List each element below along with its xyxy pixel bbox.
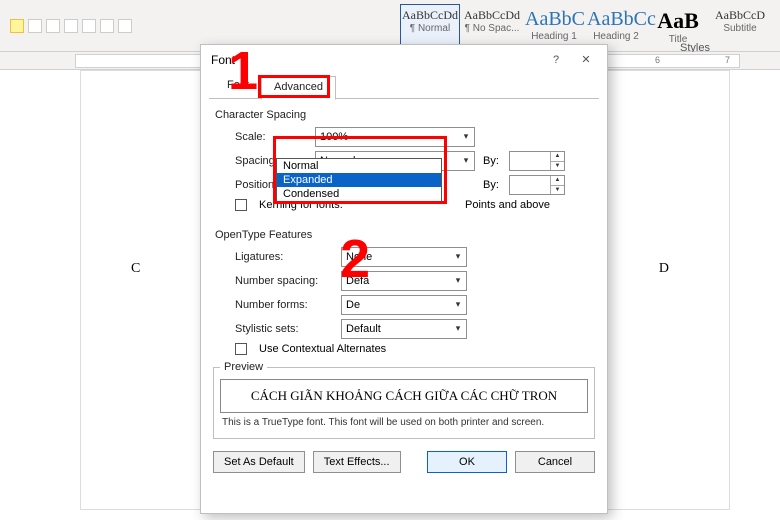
contextual-alternates-label: Use Contextual Alternates [259, 343, 386, 355]
spacing-dropdown-list[interactable]: Normal Expanded Condensed [276, 158, 442, 202]
style-nospacing[interactable]: AaBbCcDd ¶ No Spac... [462, 4, 522, 48]
tool-icon[interactable] [28, 19, 42, 33]
number-forms-combo[interactable]: De ▾ [341, 295, 467, 315]
pts-label: Points and above [465, 199, 550, 211]
group-opentype: OpenType Features [201, 213, 607, 245]
preview-hint: This is a TrueType font. This font will … [220, 413, 588, 432]
chevron-down-icon: ▾ [450, 320, 466, 338]
number-forms-label: Number forms: [235, 299, 333, 311]
style-heading2[interactable]: AaBbCc Heading 2 [586, 4, 646, 48]
tool-icon[interactable] [118, 19, 132, 33]
ruler-tick: 7 [725, 55, 730, 65]
position-by-spinner[interactable]: ▲▼ [509, 175, 565, 195]
chevron-down-icon: ▾ [458, 152, 474, 170]
by-label: By: [483, 179, 501, 191]
ok-button[interactable]: OK [427, 451, 507, 473]
chevron-down-icon: ▾ [450, 248, 466, 266]
preview-group: Preview CÁCH GIÃN KHOẢNG CÁCH GIỮA CÁC C… [213, 361, 595, 439]
preview-legend: Preview [220, 361, 267, 373]
help-button[interactable]: ? [541, 48, 571, 72]
ligatures-combo[interactable]: None ▾ [341, 247, 467, 267]
chevron-down-icon: ▾ [450, 296, 466, 314]
style-heading1[interactable]: AaBbC Heading 1 [524, 4, 584, 48]
tool-icon[interactable] [64, 19, 78, 33]
tool-icon[interactable] [100, 19, 114, 33]
text-effects-button[interactable]: Text Effects... [313, 451, 401, 473]
number-spacing-combo[interactable]: Defa ▾ [341, 271, 467, 291]
chevron-down-icon: ▾ [458, 128, 474, 146]
close-button[interactable]: ✕ [571, 48, 601, 72]
spinner-down-icon[interactable]: ▼ [550, 161, 564, 171]
set-default-button[interactable]: Set As Default [213, 451, 305, 473]
dialog-tabs: Font Advanced [201, 75, 607, 99]
doc-text: D [659, 261, 669, 277]
ruler-tick: 6 [655, 55, 660, 65]
spinner-down-icon[interactable]: ▼ [550, 185, 564, 195]
spacing-option-normal[interactable]: Normal [277, 159, 441, 173]
tab-advanced[interactable]: Advanced [261, 76, 336, 100]
spacing-option-condensed[interactable]: Condensed [277, 187, 441, 201]
tab-font[interactable]: Font [215, 75, 261, 99]
spinner-up-icon[interactable]: ▲ [550, 176, 564, 185]
style-subtitle[interactable]: AaBbCcD Subtitle [710, 4, 770, 48]
spacing-by-spinner[interactable]: ▲▼ [509, 151, 565, 171]
tool-icon[interactable] [46, 19, 60, 33]
style-title[interactable]: AaB Title [648, 4, 708, 48]
ligatures-label: Ligatures: [235, 251, 333, 263]
chevron-down-icon: ▾ [450, 272, 466, 290]
scale-combo[interactable]: 100% ▾ [315, 127, 475, 147]
kerning-checkbox[interactable] [235, 199, 247, 211]
tool-icon[interactable] [82, 19, 96, 33]
scale-value: 100% [316, 131, 458, 143]
highlight-icon[interactable] [10, 19, 24, 33]
doc-text: C [131, 261, 140, 277]
font-dialog: Font ? ✕ Font Advanced Character Spacing… [200, 44, 608, 514]
dialog-title: Font [211, 53, 541, 67]
style-gallery: AaBbCcDd ¶ Normal AaBbCcDd ¶ No Spac... … [400, 4, 770, 48]
dialog-button-row: Set As Default Text Effects... OK Cancel [201, 443, 607, 481]
dialog-titlebar: Font ? ✕ [201, 45, 607, 75]
by-label: By: [483, 155, 501, 167]
number-spacing-label: Number spacing: [235, 275, 333, 287]
group-char-spacing: Character Spacing [201, 99, 607, 125]
style-normal[interactable]: AaBbCcDd ¶ Normal [400, 4, 460, 48]
scale-label: Scale: [235, 131, 307, 143]
contextual-alternates-checkbox[interactable] [235, 343, 247, 355]
cancel-button[interactable]: Cancel [515, 451, 595, 473]
spinner-up-icon[interactable]: ▲ [550, 152, 564, 161]
stylistic-sets-label: Stylistic sets: [235, 323, 333, 335]
toolbar-stub [10, 19, 132, 33]
preview-text: CÁCH GIÃN KHOẢNG CÁCH GIỮA CÁC CHỮ TRON [220, 379, 588, 413]
stylistic-sets-combo[interactable]: Default ▾ [341, 319, 467, 339]
spacing-option-expanded[interactable]: Expanded [277, 173, 441, 187]
